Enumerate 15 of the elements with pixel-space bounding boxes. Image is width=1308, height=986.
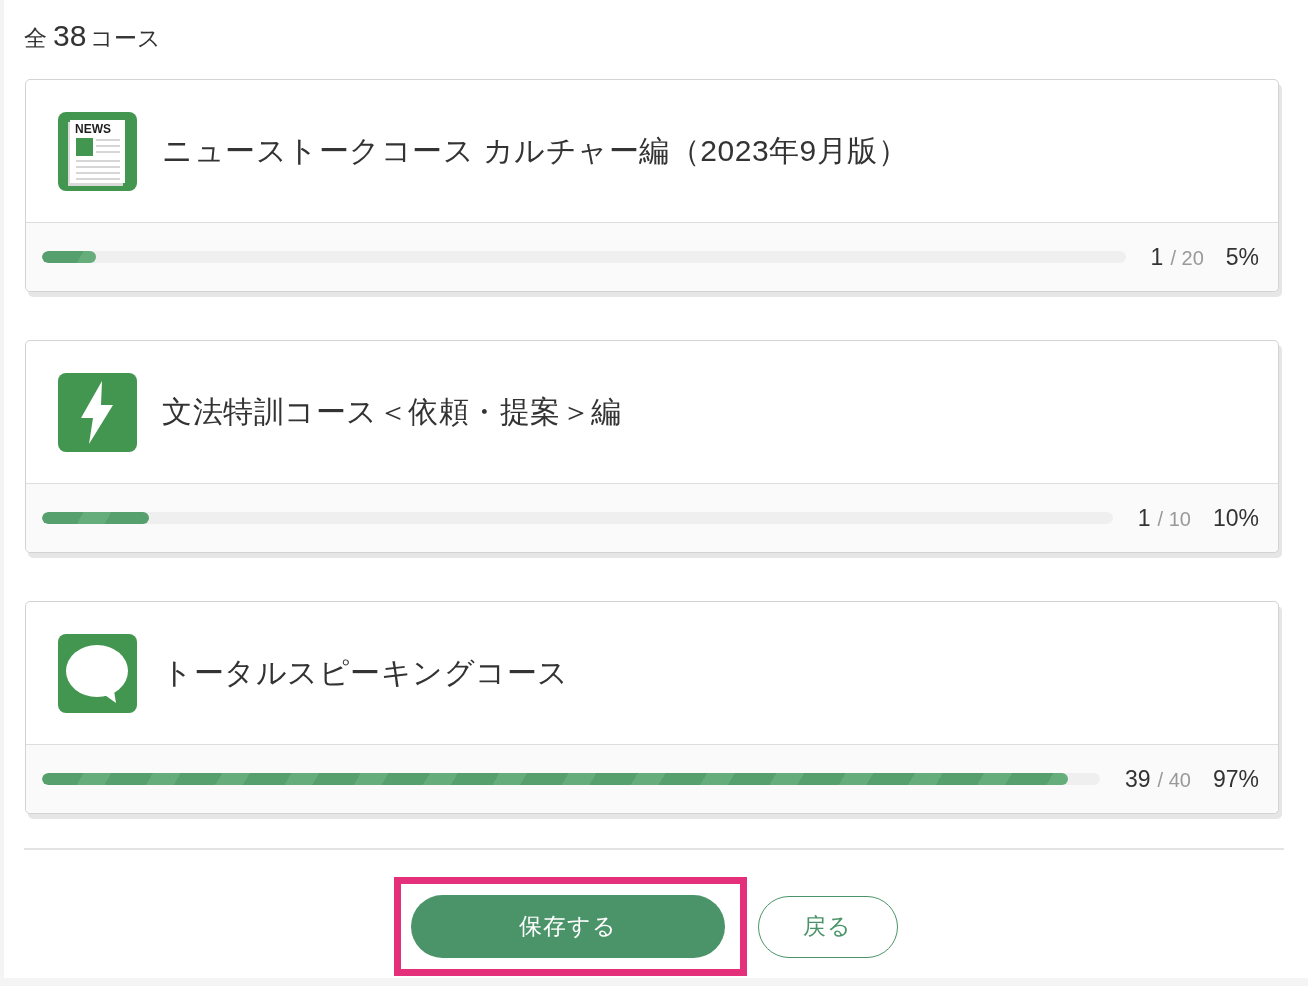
- progress-percent: 5%: [1225, 243, 1259, 271]
- course-title: トータルスピーキングコース: [162, 654, 569, 691]
- course-count: 全 38 コース: [24, 18, 162, 54]
- newspaper-icon: NEWS: [58, 111, 137, 191]
- speech-bubble-icon: [58, 633, 137, 713]
- progress-count: 39 / 40: [1125, 765, 1191, 793]
- progress-percent: 10%: [1212, 504, 1259, 532]
- back-button[interactable]: 戻る: [757, 895, 898, 958]
- progress-count: 1 / 10: [1137, 504, 1191, 532]
- course-title: 文法特訓コース＜依頼・提案＞編: [162, 393, 622, 430]
- progress-percent: 97%: [1212, 765, 1259, 793]
- course-title: ニューストークコース カルチャー編（2023年9月版）: [162, 132, 909, 169]
- lightning-icon: [58, 372, 137, 452]
- save-button[interactable]: 保存する: [410, 895, 725, 958]
- progress-count: 1 / 20: [1150, 243, 1204, 271]
